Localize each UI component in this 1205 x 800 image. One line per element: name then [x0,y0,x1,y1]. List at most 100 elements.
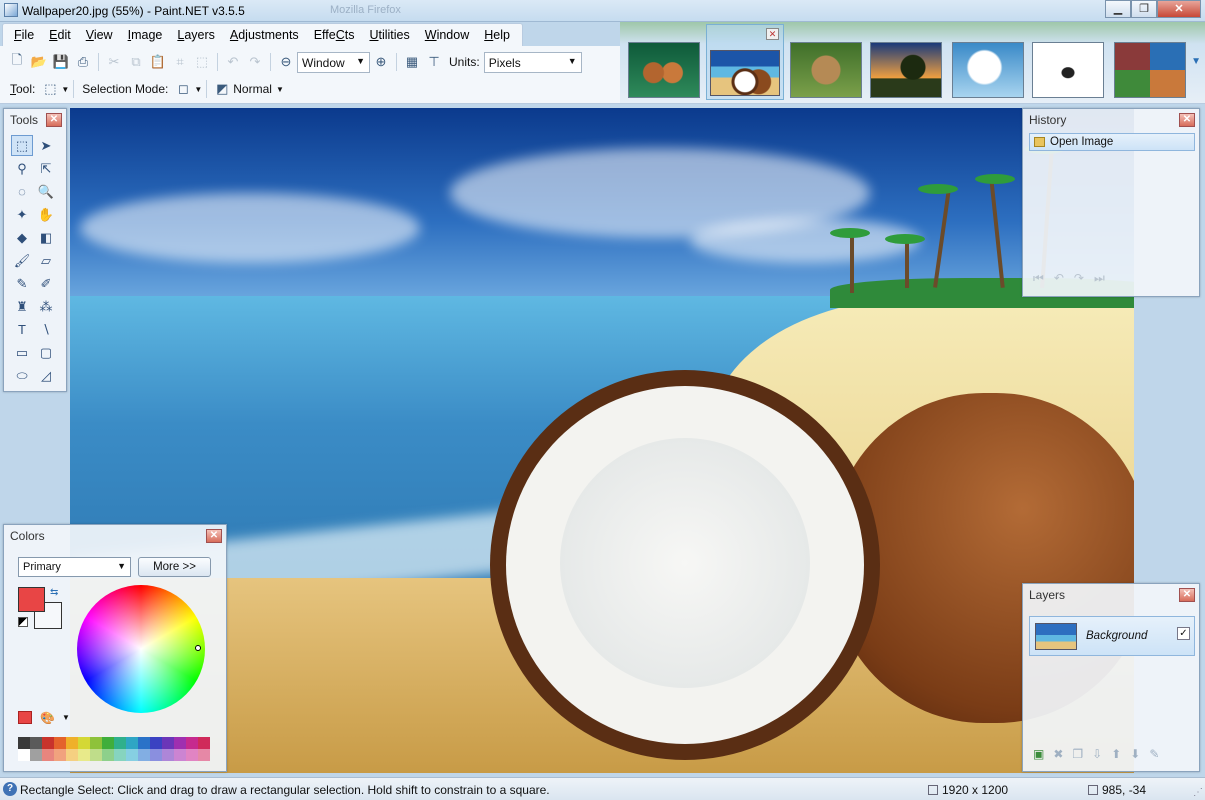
palette-swatch[interactable] [54,737,66,749]
minimize-button[interactable]: ▁ [1105,0,1131,18]
copy-icon[interactable]: ⧉ [128,54,144,70]
menu-layers[interactable]: Layers [170,24,223,46]
move-layer-down-icon[interactable]: ⬇ [1130,747,1140,761]
rectangle-select-icon[interactable]: ⬚ [11,135,33,156]
palette-swatch[interactable] [150,737,162,749]
image-thumbnail-selected[interactable]: ✕ [706,24,784,100]
new-image-icon[interactable]: 🗋 [9,52,25,70]
recolor-icon[interactable]: ⁂ [35,296,57,317]
reset-colors-icon[interactable] [18,617,28,627]
magic-wand-icon[interactable]: ✦ [11,204,33,225]
image-thumbnail[interactable] [952,42,1024,98]
image-thumbnail[interactable] [1114,42,1186,98]
blend-mode-icon[interactable]: ◩ [214,81,230,97]
layers-panel-close-button[interactable]: ✕ [1179,588,1195,602]
palette-swatch[interactable] [90,737,102,749]
palette-swatch[interactable] [54,749,66,761]
move-layer-up-icon[interactable]: ⬆ [1111,747,1121,761]
overflow-arrow-icon[interactable]: ▼ [1191,56,1201,67]
palette-swatch[interactable] [162,737,174,749]
ellipse-select-icon[interactable]: ◌ [11,181,33,202]
image-thumbnail[interactable] [870,42,942,98]
zoom-dropdown[interactable]: Window ▼ [297,51,370,73]
image-canvas[interactable] [70,108,1134,773]
gradient-icon[interactable]: ◧ [35,227,57,248]
palette-swatch[interactable] [126,737,138,749]
add-color-to-palette-icon[interactable] [18,711,32,724]
palette-swatch[interactable] [18,737,30,749]
palette-swatch[interactable] [102,749,114,761]
chevron-down-icon[interactable]: ▼ [62,713,70,722]
layer-row[interactable]: Background ✓ [1029,616,1195,656]
colors-panel-close-button[interactable]: ✕ [206,529,222,543]
menu-window[interactable]: Window [418,24,477,46]
deselect-icon[interactable]: ⬚ [194,54,210,70]
palette-swatch[interactable] [138,737,150,749]
open-icon[interactable]: 📂 [31,54,47,70]
palette-swatch[interactable] [186,749,198,761]
swap-colors-icon[interactable]: ⇆ [50,587,58,598]
clone-stamp-icon[interactable]: ♜ [11,296,33,317]
palette-swatch[interactable] [174,749,186,761]
paintnet-app-icon[interactable] [4,3,18,17]
text-icon[interactable]: T [11,319,33,340]
color-wheel-selector[interactable] [195,645,201,651]
rewind-icon[interactable]: ⏮ [1033,271,1044,286]
rectangle-icon[interactable]: ▭ [11,342,33,363]
chevron-down-icon[interactable]: ▼ [276,85,284,94]
ellipse-icon[interactable]: ⬭ [11,365,33,386]
maximize-button[interactable]: ❐ [1131,0,1157,18]
palette-menu-icon[interactable]: 🎨 [40,711,55,725]
move-selection-icon[interactable]: ⇱ [35,158,57,179]
palette-swatch[interactable] [90,749,102,761]
color-wheel[interactable] [77,585,205,713]
resize-grip-icon[interactable]: ⋰ [1193,787,1203,798]
current-tool-rectangle-select-icon[interactable]: ⬚ [42,81,58,97]
palette-swatch[interactable] [42,749,54,761]
crop-to-selection-icon[interactable]: ⌗ [172,54,188,70]
save-icon[interactable]: 💾 [53,54,69,70]
palette-swatch[interactable] [162,749,174,761]
rulers-icon[interactable]: ⊤ [426,54,442,70]
palette-swatch[interactable] [150,749,162,761]
color-mode-dropdown[interactable]: Primary ▼ [18,557,131,577]
add-layer-icon[interactable]: ▣ [1033,747,1044,761]
image-thumbnail[interactable] [1032,42,1104,98]
image-thumbnail[interactable] [628,42,700,98]
primary-color-swatch[interactable] [18,587,45,612]
menu-help[interactable]: Help [477,24,518,46]
move-selected-pixels-icon[interactable]: ➤ [35,135,57,156]
menu-image[interactable]: Image [121,24,171,46]
palette-swatch[interactable] [138,749,150,761]
palette-swatch[interactable] [66,749,78,761]
redo-icon[interactable]: ↷ [1074,271,1084,286]
menu-adjustments[interactable]: Adjustments [223,24,307,46]
menu-file[interactable]: File [7,24,42,46]
menu-utilities[interactable]: Utilities [362,24,417,46]
palette-swatch[interactable] [30,737,42,749]
menu-edit[interactable]: Edit [42,24,79,46]
palette-swatch[interactable] [42,737,54,749]
zoom-in-icon[interactable]: ⊕ [373,54,389,70]
grid-icon[interactable]: ▦ [404,54,420,70]
history-item[interactable]: Open Image [1029,133,1195,151]
pan-icon[interactable]: ✋ [35,204,57,225]
close-image-button[interactable]: ✕ [766,28,779,40]
more-colors-button[interactable]: More >> [138,557,211,577]
zoom-out-icon[interactable]: ⊖ [278,54,294,70]
palette-swatch[interactable] [126,749,138,761]
units-dropdown[interactable]: Pixels ▼ [483,51,582,73]
zoom-icon[interactable]: 🔍 [35,181,57,202]
close-window-button[interactable]: ✕ [1157,0,1201,18]
undo-icon[interactable]: ↶ [225,54,241,70]
palette-swatch[interactable] [78,737,90,749]
palette-swatch[interactable] [114,749,126,761]
palette-swatch[interactable] [30,749,42,761]
eraser-icon[interactable]: ▱ [35,250,57,271]
rounded-rectangle-icon[interactable]: ▢ [35,342,57,363]
freeform-shape-icon[interactable]: ◿ [35,365,57,386]
duplicate-layer-icon[interactable]: ❐ [1072,747,1083,761]
paint-bucket-icon[interactable]: ◆ [11,227,33,248]
palette-swatch[interactable] [198,749,210,761]
chevron-down-icon[interactable]: ▼ [194,85,202,94]
